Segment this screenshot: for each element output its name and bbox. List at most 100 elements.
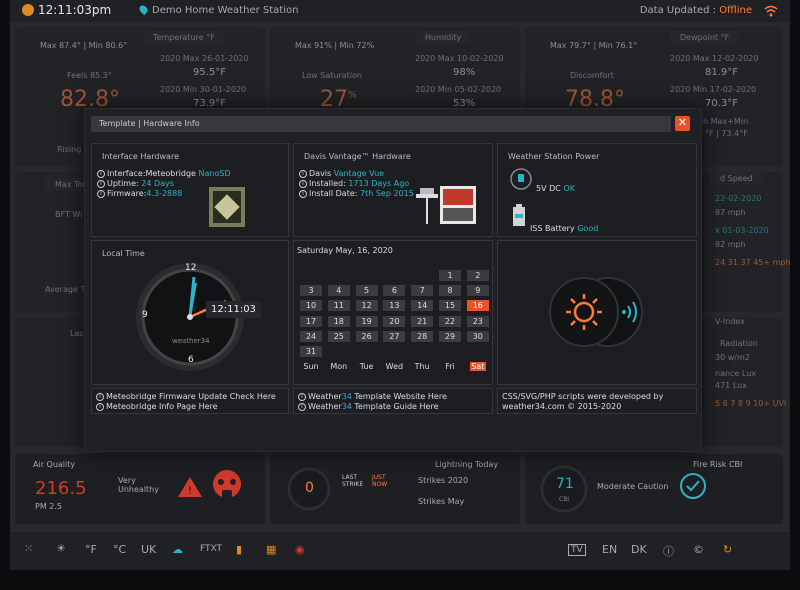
calendar-day[interactable]: 26 bbox=[355, 330, 378, 342]
temperature-trend: Rising bbox=[57, 145, 82, 154]
cloud-icon[interactable]: ☁ bbox=[172, 543, 183, 556]
webcam-icon[interactable]: ◉ bbox=[295, 543, 305, 556]
check-circle-icon bbox=[680, 473, 706, 499]
calendar-day[interactable]: 22 bbox=[439, 315, 461, 327]
celsius-button[interactable]: °C bbox=[113, 543, 126, 556]
station-name: Demo Home Weather Station bbox=[152, 5, 299, 16]
calendar-day[interactable]: 2 bbox=[466, 270, 489, 281]
calendar-day[interactable]: 8 bbox=[439, 285, 461, 297]
sun-theme-icon[interactable]: ☀ bbox=[56, 542, 66, 555]
firmware-line: i Firmware:4.3-2888 bbox=[97, 189, 182, 198]
uv-lux: nance Lux bbox=[715, 369, 757, 378]
wifi-icon bbox=[764, 5, 778, 17]
daylight-panel bbox=[497, 240, 697, 385]
calendar-day[interactable]: 9 bbox=[466, 285, 489, 297]
calendar-weekday: Wed bbox=[385, 362, 404, 371]
calendar-weekday: Mon bbox=[330, 362, 348, 371]
power-title: Weather Station Power bbox=[508, 152, 600, 161]
calendar-day[interactable]: 25 bbox=[327, 330, 350, 342]
calendar-title: Saturday May, 16, 2020 bbox=[297, 246, 393, 255]
clock-number-9: 9 bbox=[142, 310, 148, 320]
calendar-day[interactable]: 17 bbox=[300, 315, 322, 327]
calendar-day[interactable]: 16 bbox=[466, 300, 489, 312]
uk-units-button[interactable]: UK bbox=[141, 543, 156, 556]
interface-line: i Interface:Meteobridge NanoSD bbox=[97, 169, 231, 178]
ftxt-button[interactable]: FTXT bbox=[200, 544, 222, 554]
lightning-count: 0 bbox=[305, 480, 314, 496]
calendar-day[interactable]: 27 bbox=[383, 330, 406, 342]
calendar-day[interactable]: 6 bbox=[383, 285, 406, 297]
speed-title: d Speed bbox=[710, 172, 763, 185]
data-updated-status: Data Updated : Offline bbox=[639, 5, 752, 16]
fahrenheit-button[interactable]: °F bbox=[85, 543, 97, 556]
calendar-day[interactable]: 30 bbox=[466, 330, 489, 342]
credits-panel: CSS/SVG/PHP scripts were developed by we… bbox=[497, 388, 697, 414]
language-en-button[interactable]: EN bbox=[602, 543, 617, 556]
calendar-day[interactable]: 7 bbox=[411, 285, 434, 297]
airquality-card[interactable]: Air Quality 216.5 PM 2.5 Very Unhealthy … bbox=[15, 454, 265, 524]
dewpoint-year-max-value: 81.9°F bbox=[705, 67, 739, 78]
temperature-year-max: 2020 Max 26-01-2020 bbox=[160, 54, 249, 63]
calendar-day[interactable]: 4 bbox=[327, 285, 350, 297]
calendar-day[interactable]: 29 bbox=[439, 330, 461, 342]
meteobridge-links-panel: i Meteobridge Firmware Update Check Here … bbox=[91, 388, 289, 414]
wind-average: Average T bbox=[45, 285, 86, 294]
calendar-weekday: Sun bbox=[303, 362, 319, 371]
calendar-day[interactable]: 19 bbox=[355, 315, 378, 327]
interface-hardware-panel: Interface Hardware i Interface:Meteobridg… bbox=[91, 143, 289, 237]
station-power-panel: Weather Station Power 5V DC OK ISS Batte… bbox=[497, 143, 697, 237]
calendar-day[interactable]: 10 bbox=[300, 300, 322, 312]
fire-risk-unit: CBI bbox=[559, 496, 570, 503]
lightning-card[interactable]: Lightning Today 0 LAST STRIKE JUST NOW S… bbox=[270, 454, 520, 524]
firmware-update-link[interactable]: i Meteobridge Firmware Update Check Here bbox=[96, 392, 276, 401]
calendar-day[interactable]: 15 bbox=[439, 300, 461, 312]
calendar-day[interactable]: 11 bbox=[327, 300, 350, 312]
humidity-year-max-value: 98% bbox=[453, 67, 476, 78]
language-dk-button[interactable]: DK bbox=[631, 543, 647, 556]
calendar-day[interactable]: 3 bbox=[300, 285, 322, 297]
template-guide-link[interactable]: i Weather34 Template Guide Here bbox=[298, 402, 439, 411]
dewpoint-year-min-value: 70.3°F bbox=[705, 98, 739, 109]
info-icon[interactable]: ⓘ bbox=[663, 543, 674, 559]
fire-risk-card[interactable]: Fire Risk CBI 71 CBI Moderate Caution bbox=[525, 454, 783, 524]
power-dc-line: 5V DC OK bbox=[536, 184, 575, 193]
calendar-icon[interactable]: ▦ bbox=[266, 543, 276, 556]
grid-menu-icon[interactable]: ⁙ bbox=[24, 542, 33, 555]
template-website-link[interactable]: i Weather34 Template Website Here bbox=[298, 392, 447, 401]
airquality-value: 216.5 bbox=[35, 478, 87, 499]
temperature-year-min: 2020 Min 30-01-2020 bbox=[160, 85, 247, 94]
interface-title: Interface Hardware bbox=[102, 152, 179, 161]
calendar-day[interactable]: 18 bbox=[327, 315, 350, 327]
calendar-day[interactable]: 28 bbox=[411, 330, 434, 342]
speed-value-1: 97 mph bbox=[715, 208, 746, 217]
calendar-day[interactable]: 12 bbox=[355, 300, 378, 312]
local-time-title: Local Time bbox=[102, 249, 145, 258]
calendar-day[interactable]: 1 bbox=[439, 270, 461, 281]
calendar-day[interactable]: 24 bbox=[300, 330, 322, 342]
calendar-day[interactable]: 23 bbox=[466, 315, 489, 327]
dewpoint-extra2: °F | 73.4°F bbox=[705, 129, 748, 138]
temperature-title: Temperature °F bbox=[143, 31, 225, 44]
calendar-day[interactable]: 21 bbox=[411, 315, 434, 327]
copyright-icon[interactable]: © bbox=[693, 543, 704, 556]
calendar-day[interactable]: 14 bbox=[411, 300, 434, 312]
airquality-title: Air Quality bbox=[33, 460, 76, 469]
uv-title: V-Index bbox=[715, 317, 745, 326]
meteobridge-info-link[interactable]: i Meteobridge Info Page Here bbox=[96, 402, 218, 411]
speed-date-2: x 01-03-2020 bbox=[715, 226, 769, 235]
humidity-year-min: 2020 Min 05-02-2020 bbox=[415, 85, 502, 94]
calendar-day[interactable]: 5 bbox=[355, 285, 378, 297]
bar-chart-icon[interactable]: ▮ bbox=[236, 543, 242, 556]
calendar-weekday: Sat bbox=[469, 362, 486, 371]
tv-button[interactable]: TV bbox=[568, 544, 586, 556]
refresh-icon[interactable]: ↻ bbox=[723, 543, 732, 556]
speed-value-2: 92 mph bbox=[715, 240, 746, 249]
warning-icon: ! bbox=[178, 477, 202, 497]
calendar-day[interactable]: 13 bbox=[383, 300, 406, 312]
power-plug-icon bbox=[510, 168, 532, 190]
calendar-day[interactable]: 31 bbox=[300, 346, 322, 357]
humidity-status: Low Saturation bbox=[302, 71, 362, 80]
digital-time: 12:11:03 bbox=[206, 301, 261, 318]
calendar-day[interactable]: 20 bbox=[383, 315, 406, 327]
modal-close-button[interactable]: ✕ bbox=[675, 116, 690, 131]
